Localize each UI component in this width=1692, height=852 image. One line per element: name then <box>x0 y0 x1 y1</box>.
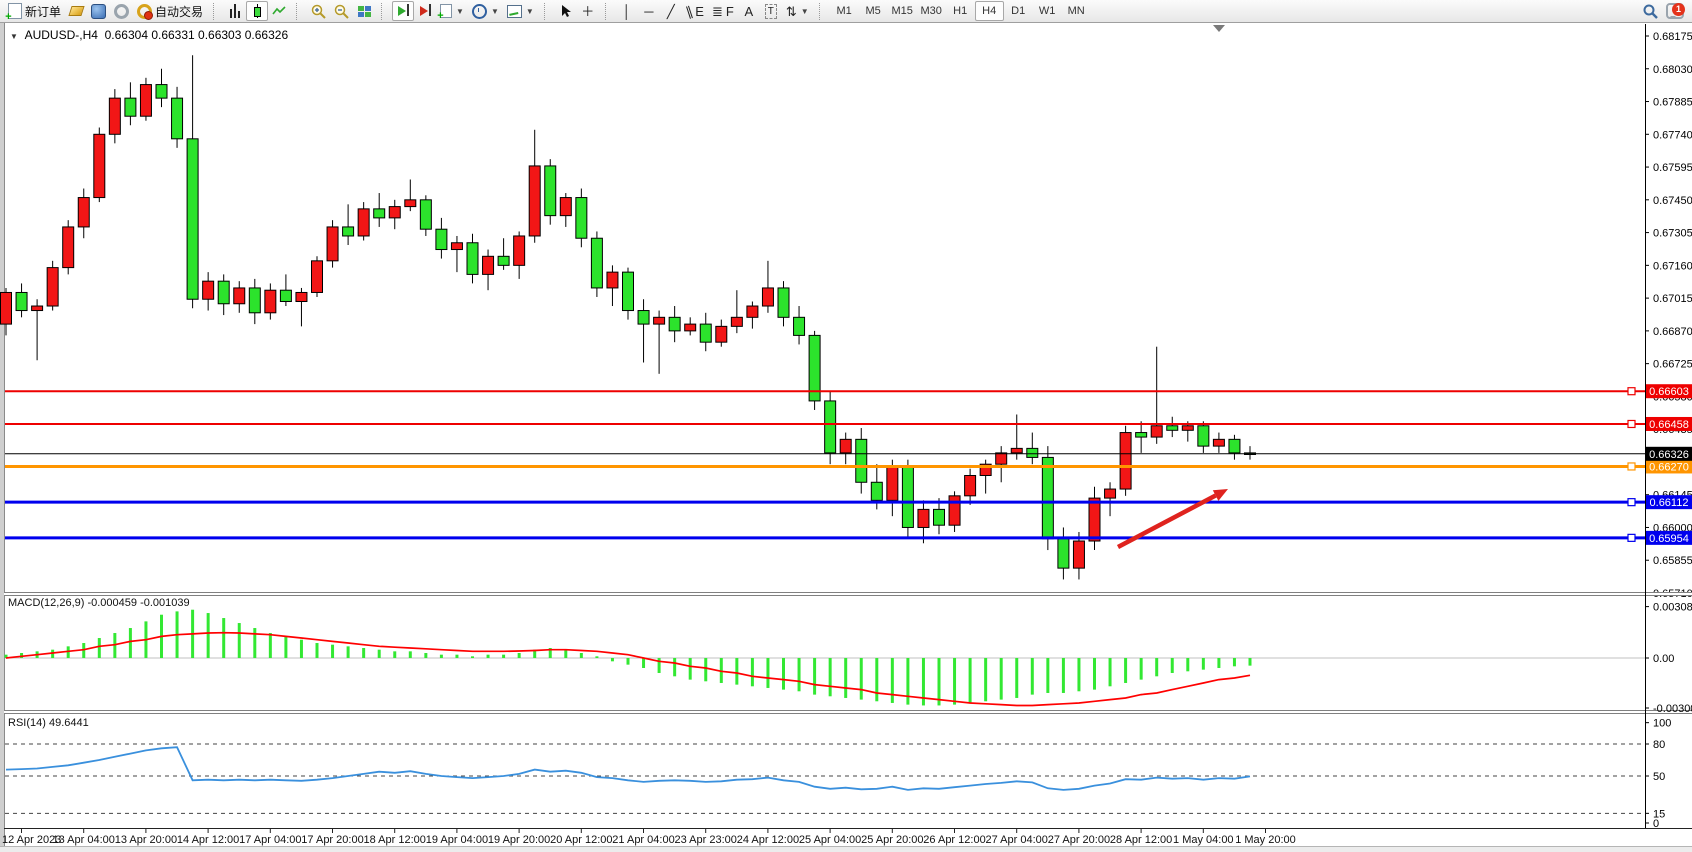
time-axis[interactable] <box>5 828 1645 846</box>
macd-pane[interactable] <box>5 596 1645 710</box>
new-order-label: 新订单 <box>25 3 61 20</box>
candlestick-button[interactable] <box>246 1 268 21</box>
templates-button[interactable]: ▼ <box>503 1 538 21</box>
rsi-pane[interactable] <box>5 714 1645 828</box>
periods-button[interactable]: ▼ <box>468 1 503 21</box>
bar-chart-button[interactable] <box>224 1 246 21</box>
new-order-button[interactable]: + 新订单 <box>4 1 65 21</box>
equidistant-channel-button[interactable]: ∥E <box>682 1 708 21</box>
line-chart-button[interactable] <box>268 1 290 21</box>
clock-icon <box>472 4 487 19</box>
chart-shift-button[interactable] <box>414 1 436 21</box>
tf-button-m5[interactable]: M5 <box>859 1 888 21</box>
notification-badge: 1 <box>1672 3 1685 16</box>
horizontal-line-button[interactable]: ─ <box>638 1 660 21</box>
indicators-icon: + <box>440 4 452 18</box>
toolbar-separator <box>605 3 612 20</box>
vertical-line-icon: │ <box>623 5 631 18</box>
price-axis[interactable] <box>1645 24 1692 828</box>
macd-label: MACD(12,26,9) -0.000459 -0.001039 <box>8 597 190 609</box>
signals-button[interactable] <box>110 1 133 21</box>
tf-button-mn[interactable]: MN <box>1062 1 1091 21</box>
text-tool-button[interactable]: A <box>738 1 760 21</box>
toolbar-separator <box>213 3 220 20</box>
toolbar-separator <box>819 3 826 20</box>
chart-shift-icon <box>420 4 431 19</box>
zoom-out-button[interactable] <box>330 1 353 21</box>
auto-scroll-button[interactable] <box>392 1 414 21</box>
zoom-in-icon <box>311 4 326 19</box>
auto-trading-button[interactable]: 自动交易 <box>133 1 207 21</box>
tile-windows-icon <box>358 6 371 17</box>
line-chart-icon <box>272 5 286 17</box>
indicators-button[interactable]: +▼ <box>436 1 468 21</box>
ohlc-values: 0.66304 0.66331 0.66303 0.66326 <box>105 28 289 42</box>
label-tool-icon: T <box>765 4 777 19</box>
zoom-in-button[interactable] <box>307 1 330 21</box>
toolbar-separator <box>296 3 303 20</box>
collapse-icon[interactable]: ▼ <box>10 32 18 41</box>
signals-icon <box>114 4 129 19</box>
terminal-button[interactable] <box>87 1 110 21</box>
tf-button-w1[interactable]: W1 <box>1033 1 1062 21</box>
label-tool-button[interactable]: T <box>760 1 782 21</box>
rsi-label: RSI(14) 49.6441 <box>8 717 89 729</box>
fibonacci-icon: ≣ <box>712 5 723 18</box>
crosshair-icon: ＋ <box>581 5 594 18</box>
chart-title: ▼ AUDUSD-,H4 0.66304 0.66331 0.66303 0.6… <box>10 28 288 42</box>
toolbar-separator <box>381 3 388 20</box>
tf-button-m30[interactable]: M30 <box>917 1 946 21</box>
toolbar-separator <box>544 3 551 20</box>
new-order-icon: + <box>8 3 22 19</box>
search-icon <box>1642 3 1658 19</box>
arrows-tool-button[interactable]: ⇅▼ <box>782 1 813 21</box>
equidistant-channel-icon: ∥ <box>684 4 694 18</box>
terminal-icon <box>91 4 106 19</box>
arrows-tool-icon: ⇅ <box>786 5 797 18</box>
cursor-button[interactable] <box>555 1 577 21</box>
history-center-button[interactable] <box>65 1 87 21</box>
auto-trading-label: 自动交易 <box>155 3 203 20</box>
symbol-title: AUDUSD-,H4 <box>25 28 98 42</box>
chart-plot-area[interactable] <box>5 24 1645 592</box>
horizontal-line-icon: ─ <box>644 5 653 18</box>
auto-scroll-icon <box>398 4 409 19</box>
timeframe-group: M1M5M15M30H1H4D1W1MN <box>830 1 1091 21</box>
fibonacci-button[interactable]: ≣F <box>708 1 738 21</box>
tf-button-d1[interactable]: D1 <box>1004 1 1033 21</box>
trendline-icon: ╱ <box>667 5 675 18</box>
zoom-out-icon <box>334 4 349 19</box>
tf-button-h1[interactable]: H1 <box>946 1 975 21</box>
cursor-icon <box>560 4 572 18</box>
search-button[interactable] <box>1638 1 1662 21</box>
trendline-button[interactable]: ╱ <box>660 1 682 21</box>
text-tool-icon: A <box>744 5 753 18</box>
tile-windows-button[interactable] <box>353 1 375 21</box>
auto-trading-icon <box>137 4 152 19</box>
bar-chart-icon <box>230 4 240 18</box>
tf-button-m15[interactable]: M15 <box>888 1 917 21</box>
templates-icon <box>507 5 522 18</box>
vertical-line-button[interactable]: │ <box>616 1 638 21</box>
window-left-border <box>0 23 4 852</box>
notifications-button[interactable]: 1 <box>1662 1 1688 22</box>
history-center-icon <box>68 6 84 16</box>
candlestick-icon <box>254 4 261 18</box>
crosshair-button[interactable]: ＋ <box>577 1 599 21</box>
mt4-window: { "toolbar": { "new_order_label": "新订单",… <box>0 0 1692 852</box>
tf-button-m1[interactable]: M1 <box>830 1 859 21</box>
toolbar: + 新订单 自动交易 +▼ ▼ ▼ <box>0 0 1692 23</box>
tf-button-h4[interactable]: H4 <box>975 1 1004 21</box>
